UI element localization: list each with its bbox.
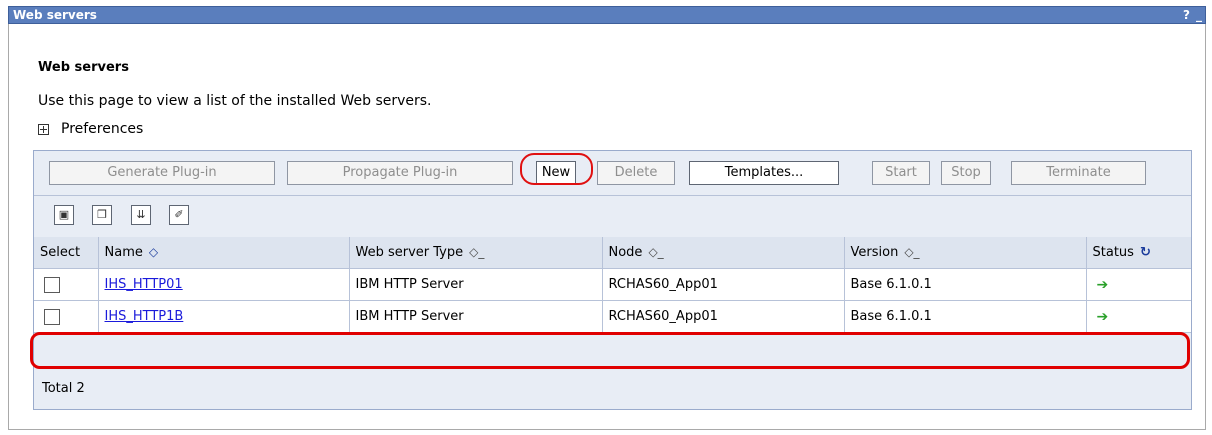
- started-arrow-icon: ➔: [1096, 308, 1109, 325]
- window-title: Web servers: [13, 8, 97, 22]
- filter-icon[interactable]: ⇊: [131, 205, 151, 225]
- column-header-version[interactable]: Version ◇_: [844, 237, 1087, 269]
- table-row: IHS_HTTP01 IBM HTTP Server RCHAS60_App01…: [34, 268, 1191, 301]
- sort-ascending-icon[interactable]: ◇: [149, 245, 158, 259]
- sort-icon[interactable]: ◇_: [904, 245, 919, 259]
- select-all-icon[interactable]: ▣: [54, 205, 74, 225]
- version-cell: Base 6.1.0.1: [844, 268, 1087, 301]
- row-highlight-box: [30, 332, 1190, 369]
- select-cell: [34, 268, 99, 301]
- column-header-status: Status ↻: [1086, 237, 1191, 269]
- stop-button[interactable]: Stop: [941, 161, 991, 185]
- delete-button[interactable]: Delete: [597, 161, 675, 185]
- collection-pane: Generate Plug-in Propagate Plug-in New D…: [33, 150, 1192, 410]
- column-header-node[interactable]: Node ◇_: [602, 237, 845, 269]
- preferences-label: Preferences: [61, 121, 144, 137]
- type-header-label: Web server Type: [355, 245, 464, 260]
- name-cell: IHS_HTTP1B: [98, 300, 350, 333]
- new-button-highlight-circle: [520, 153, 593, 185]
- column-header-type[interactable]: Web server Type ◇_: [349, 237, 603, 269]
- name-cell: IHS_HTTP01: [98, 268, 350, 301]
- version-cell: Base 6.1.0.1: [844, 300, 1087, 333]
- node-cell: RCHAS60_App01: [602, 300, 845, 333]
- started-arrow-icon: ➔: [1096, 276, 1109, 293]
- name-header-label: Name: [104, 245, 143, 260]
- sort-icon[interactable]: ◇_: [648, 245, 663, 259]
- status-cell: ➔: [1086, 268, 1191, 301]
- column-header-name[interactable]: Name ◇: [98, 237, 350, 269]
- templates-button[interactable]: Templates...: [689, 161, 839, 185]
- table-header-row: Select Name ◇ Web server Type ◇_ Node ◇_ Ve…: [34, 237, 1191, 269]
- column-header-select: Select: [34, 237, 99, 269]
- select-header-label: Select: [40, 245, 81, 260]
- table-total: Total 2: [42, 381, 85, 396]
- preferences-toggle[interactable]: Preferences: [38, 121, 143, 137]
- deselect-all-icon[interactable]: ❐: [92, 205, 112, 225]
- page-title: Web servers: [38, 60, 129, 75]
- window-titlebar: Web servers ? _: [8, 6, 1206, 24]
- selection-toolbar: ▣ ❐ ⇊ ✐: [34, 195, 1191, 238]
- type-cell: IBM HTTP Server: [349, 300, 603, 333]
- help-icon[interactable]: ?: [1183, 8, 1190, 22]
- status-header-label: Status: [1092, 245, 1134, 260]
- filter-settings-icon[interactable]: ✐: [169, 205, 189, 225]
- refresh-icon[interactable]: ↻: [1140, 245, 1151, 260]
- select-cell: [34, 300, 99, 333]
- sort-icon[interactable]: ◇_: [469, 245, 484, 259]
- server-name-link[interactable]: IHS_HTTP1B: [105, 309, 184, 324]
- minimize-icon[interactable]: _: [1196, 8, 1202, 22]
- server-name-link[interactable]: IHS_HTTP01: [105, 277, 183, 292]
- node-header-label: Node: [608, 245, 643, 260]
- web-servers-table: Select Name ◇ Web server Type ◇_ Node ◇_ Ve…: [34, 237, 1191, 333]
- status-cell: ➔: [1086, 300, 1191, 333]
- expand-icon[interactable]: [38, 123, 49, 135]
- button-toolbar: Generate Plug-in Propagate Plug-in New D…: [34, 151, 1191, 196]
- generate-plugin-button[interactable]: Generate Plug-in: [49, 161, 275, 185]
- version-header-label: Version: [850, 245, 899, 260]
- row-checkbox[interactable]: [44, 308, 60, 325]
- page-description: Use this page to view a list of the inst…: [38, 93, 432, 109]
- row-checkbox[interactable]: [44, 276, 60, 293]
- propagate-plugin-button[interactable]: Propagate Plug-in: [287, 161, 513, 185]
- type-cell: IBM HTTP Server: [349, 268, 603, 301]
- start-button[interactable]: Start: [872, 161, 930, 185]
- table-row: IHS_HTTP1B IBM HTTP Server RCHAS60_App01…: [34, 300, 1191, 333]
- terminate-button[interactable]: Terminate: [1011, 161, 1146, 185]
- node-cell: RCHAS60_App01: [602, 268, 845, 301]
